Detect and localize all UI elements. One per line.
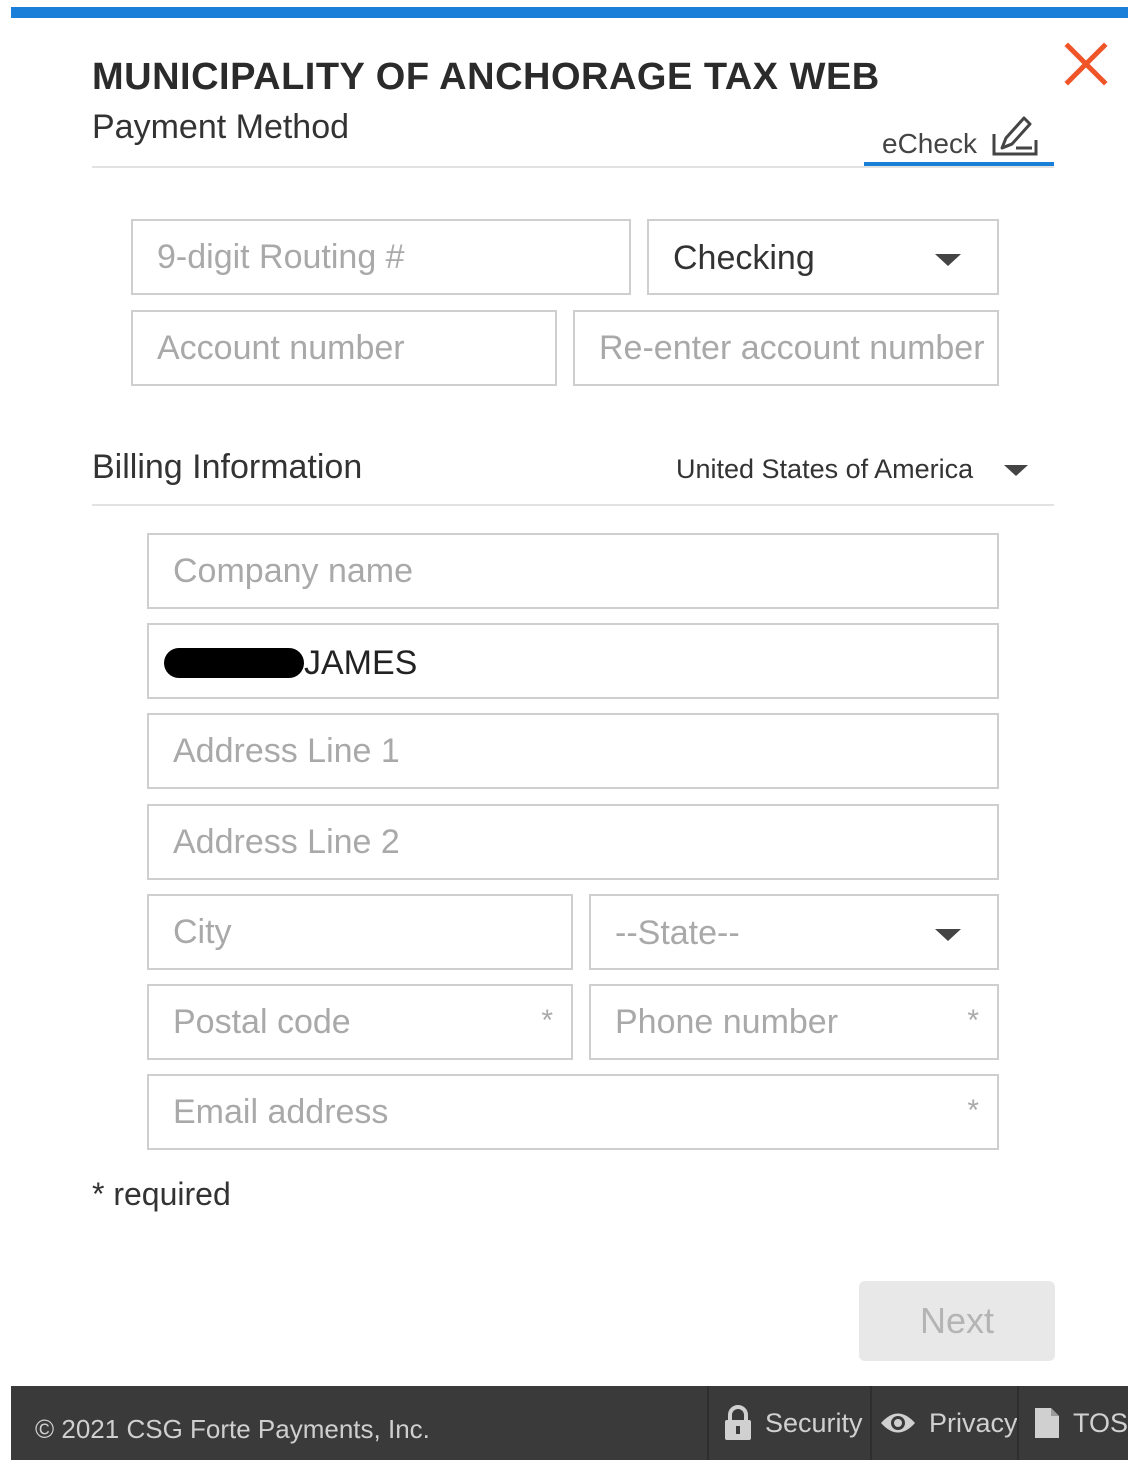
billing-information-heading: Billing Information <box>92 448 363 486</box>
security-link[interactable]: Security <box>723 1386 863 1460</box>
page-title: MUNICIPALITY OF ANCHORAGE TAX WEB <box>92 56 880 98</box>
address-line-1-field[interactable] <box>147 713 999 789</box>
copyright-text: © 2021 CSG Forte Payments, Inc. <box>35 1414 430 1444</box>
caret-down-icon <box>935 929 961 941</box>
country-select[interactable]: United States of America <box>676 454 973 485</box>
required-asterisk: * <box>541 1004 553 1037</box>
company-name-field[interactable] <box>147 533 999 609</box>
state-value: --State-- <box>615 914 740 952</box>
tab-echeck[interactable]: eCheck <box>864 112 1054 166</box>
footer: © 2021 CSG Forte Payments, Inc. Security… <box>11 1386 1128 1460</box>
routing-number-field[interactable] <box>131 219 631 295</box>
privacy-link[interactable]: Privacy <box>879 1386 1018 1460</box>
address-line-1-input[interactable] <box>149 715 997 787</box>
footer-divider <box>1017 1386 1019 1460</box>
next-button[interactable]: Next <box>859 1281 1055 1361</box>
redacted-name-mark <box>164 648 304 678</box>
billing-divider <box>92 504 1054 506</box>
phone-number-field[interactable]: * <box>589 984 999 1060</box>
email-address-input[interactable] <box>149 1076 997 1148</box>
security-link-label: Security <box>765 1407 863 1438</box>
required-note: * required <box>92 1176 231 1212</box>
privacy-link-label: Privacy <box>929 1407 1018 1438</box>
tos-link-label: TOS <box>1073 1407 1128 1438</box>
company-name-input[interactable] <box>149 535 997 607</box>
payment-method-heading: Payment Method <box>92 108 350 146</box>
required-asterisk: * <box>967 1094 979 1127</box>
required-asterisk: * <box>967 1004 979 1037</box>
header-divider <box>92 166 1054 168</box>
document-icon <box>1035 1408 1059 1438</box>
eye-icon <box>881 1413 915 1433</box>
postal-code-input[interactable] <box>149 986 571 1058</box>
footer-divider <box>870 1386 872 1460</box>
tab-echeck-label: eCheck <box>882 128 977 159</box>
state-select[interactable]: --State-- <box>589 894 999 970</box>
city-input[interactable] <box>149 896 571 968</box>
caret-down-icon <box>935 254 961 266</box>
reenter-account-field[interactable] <box>573 310 999 386</box>
routing-number-input[interactable] <box>133 221 629 293</box>
phone-number-input[interactable] <box>591 986 997 1058</box>
account-type-select[interactable]: Checking <box>647 219 999 295</box>
reenter-account-input[interactable] <box>575 312 997 384</box>
account-number-input[interactable] <box>133 312 555 384</box>
account-number-field[interactable] <box>131 310 557 386</box>
caret-down-icon[interactable] <box>1004 465 1028 476</box>
email-address-field[interactable]: * <box>147 1074 999 1150</box>
top-accent-bar <box>11 7 1128 18</box>
address-line-2-field[interactable] <box>147 804 999 880</box>
footer-divider <box>707 1386 709 1460</box>
full-name-value: JAMES <box>304 644 418 682</box>
tos-link[interactable]: TOS <box>1033 1386 1128 1460</box>
signature-icon <box>990 112 1040 158</box>
close-button[interactable] <box>1060 38 1112 90</box>
account-type-value: Checking <box>673 239 815 277</box>
address-line-2-input[interactable] <box>149 806 997 878</box>
lock-icon <box>725 1405 751 1440</box>
postal-code-field[interactable]: * <box>147 984 573 1060</box>
city-field[interactable] <box>147 894 573 970</box>
close-icon <box>1064 42 1108 86</box>
